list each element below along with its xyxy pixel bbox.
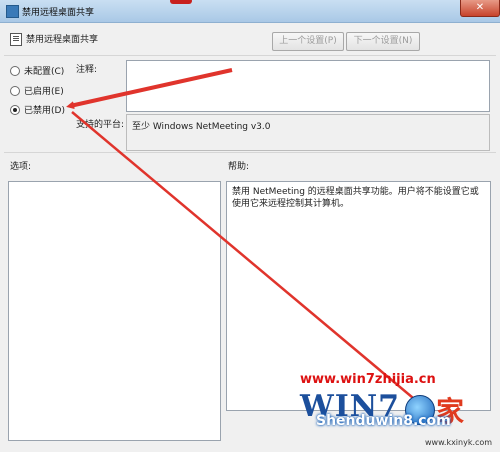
policy-dialog: 禁用远程桌面共享 ✕ 禁用远程桌面共享 上一个设置(P) 下一个设置(N) 未配… [0, 0, 500, 452]
watermark-small-url: www.kxinyk.com [425, 438, 493, 447]
arrow-to-watermark [71, 111, 426, 409]
watermark-url: www.win7zhijia.cn [300, 372, 436, 387]
watermark-site: Shenduwin8.com [316, 413, 451, 429]
arrow-to-disabled [66, 68, 233, 110]
